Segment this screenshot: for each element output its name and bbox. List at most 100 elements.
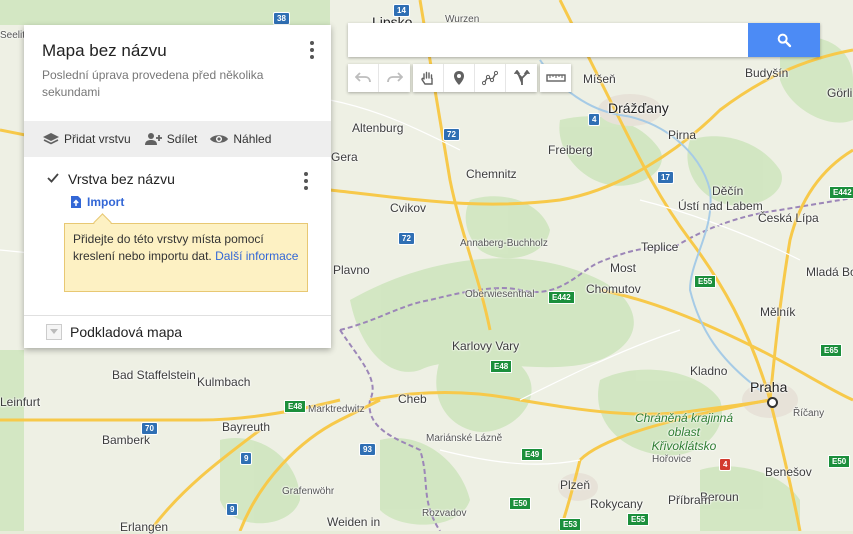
road-shield: E50 [828, 455, 851, 468]
panel-actions: Přidat vrstvu Sdílet Náhled [24, 121, 331, 157]
city-label[interactable]: Plavno [333, 263, 370, 277]
tools-group [413, 64, 537, 92]
city-label[interactable]: Bad Staffelstein [112, 368, 196, 382]
city-label[interactable]: Altenburg [352, 121, 403, 135]
city-label[interactable]: Cvikov [390, 201, 426, 215]
city-label[interactable]: Chomutov [586, 282, 641, 296]
layer-name[interactable]: Vrstva bez názvu [68, 171, 175, 187]
city-label[interactable]: Grafenwöhr [282, 486, 334, 497]
redo-icon [386, 72, 403, 83]
draw-line-button[interactable] [475, 64, 506, 92]
city-label[interactable]: Praha [750, 379, 787, 395]
add-layer-label: Přidat vrstvu [64, 132, 131, 146]
add-directions-button[interactable] [506, 64, 537, 92]
city-label[interactable]: Budyšín [745, 66, 788, 80]
capital-marker [767, 397, 778, 408]
city-label[interactable]: Weiden in [327, 515, 380, 529]
road-shield: 70 [141, 422, 158, 435]
city-label[interactable]: Cheb [398, 392, 427, 406]
share-button[interactable]: Sdílet [143, 132, 198, 146]
more-vert-icon-dot [310, 55, 314, 60]
city-label[interactable]: Rokycany [590, 497, 643, 511]
base-map-section[interactable]: Podkladová mapa [24, 316, 331, 348]
city-label[interactable]: Erlangen [120, 520, 168, 534]
share-label: Sdílet [166, 132, 198, 146]
city-label[interactable]: Pirna [668, 128, 696, 142]
city-label[interactable]: Freiberg [548, 143, 593, 157]
road-shield: E53 [559, 518, 582, 531]
city-label[interactable]: Mladá Bole [806, 265, 853, 279]
city-label[interactable]: Chráněná krajinná oblast Křivoklátsko [634, 411, 734, 453]
road-shield: E442 [548, 291, 575, 304]
city-label[interactable]: Ústí nad Labem [678, 199, 763, 213]
road-shield: 14 [393, 4, 410, 17]
search-button[interactable] [748, 23, 820, 57]
marker-icon [454, 71, 464, 85]
import-label: Import [87, 195, 125, 209]
map-title[interactable]: Mapa bez názvu [42, 41, 167, 61]
base-map-expand-button[interactable] [46, 324, 62, 340]
city-label[interactable]: Mariánské Lázně [426, 433, 502, 444]
search-input[interactable] [348, 23, 758, 57]
city-label[interactable]: Leinfurt [0, 395, 40, 409]
road-shield: E55 [694, 275, 717, 288]
city-label[interactable]: Kulmbach [197, 375, 250, 389]
city-label[interactable]: Česká Lípa [758, 211, 819, 225]
city-label[interactable]: Gera [331, 150, 358, 164]
map-panel: Mapa bez názvu Poslední úprava provedena… [24, 25, 331, 348]
city-label[interactable]: Říčany [793, 408, 824, 419]
city-label[interactable]: Karlovy Vary [452, 339, 519, 353]
city-label[interactable]: Chemnitz [466, 167, 517, 181]
city-label[interactable]: Annaberg-Buchholz [460, 238, 548, 249]
road-shield: 9 [226, 503, 239, 516]
add-layer-button[interactable]: Přidat vrstvu [42, 132, 131, 146]
layer-tip: Přidejte do této vrstvy místa pomocí kre… [64, 223, 308, 292]
road-shield: 93 [359, 443, 376, 456]
last-edit-status: Poslední úprava provedena před několika … [42, 68, 264, 99]
road-shield: 38 [273, 12, 290, 25]
city-label[interactable]: Plzeň [560, 478, 590, 492]
city-label[interactable]: Oberwiesenthal [465, 289, 534, 300]
map-options-button[interactable] [305, 39, 319, 61]
city-label[interactable]: Teplice [641, 240, 678, 254]
road-shield: 72 [398, 232, 415, 245]
eye-icon [210, 135, 229, 143]
layer-visibility-checkbox[interactable] [46, 171, 60, 185]
road-shield: E49 [521, 448, 544, 461]
city-label[interactable]: Drážďany [608, 100, 669, 116]
city-label[interactable]: Marktredwitz [308, 404, 365, 415]
road-shield: 17 [657, 171, 674, 184]
layer-options-button[interactable] [299, 171, 313, 191]
city-label[interactable]: Děčín [712, 184, 743, 198]
search-bar [348, 23, 820, 57]
undo-button[interactable] [348, 64, 379, 92]
learn-more-link[interactable]: Další informace [215, 249, 298, 263]
city-label[interactable]: Hořovice [652, 454, 691, 465]
city-label[interactable]: Görli [827, 86, 852, 100]
measure-button[interactable] [540, 64, 571, 92]
draw-line-icon [482, 70, 498, 86]
measure-group [540, 64, 571, 92]
road-shield: E48 [284, 400, 307, 413]
undo-icon [355, 72, 371, 83]
add-person-icon [144, 133, 162, 145]
city-label[interactable]: Bayreuth [222, 420, 270, 434]
city-label[interactable]: Rozvadov [422, 508, 466, 519]
redo-button[interactable] [379, 64, 410, 92]
layers-icon [43, 133, 59, 145]
pan-tool-button[interactable] [413, 64, 444, 92]
add-marker-button[interactable] [444, 64, 475, 92]
more-vert-icon-dot [310, 47, 314, 52]
city-label[interactable]: Příbram [668, 493, 711, 507]
city-label[interactable]: Bamberk [102, 433, 150, 447]
city-label[interactable]: Benešov [765, 465, 812, 479]
city-label[interactable]: Most [610, 261, 636, 275]
road-shield: E55 [627, 513, 650, 526]
city-label[interactable]: Kladno [690, 364, 727, 378]
import-link[interactable]: Import [70, 195, 124, 209]
undo-redo-group [348, 64, 410, 92]
city-label[interactable]: Mělník [760, 305, 795, 319]
road-shield: 9 [240, 452, 253, 465]
preview-button[interactable]: Náhled [209, 132, 271, 146]
city-label[interactable]: Míšeň [583, 72, 616, 86]
